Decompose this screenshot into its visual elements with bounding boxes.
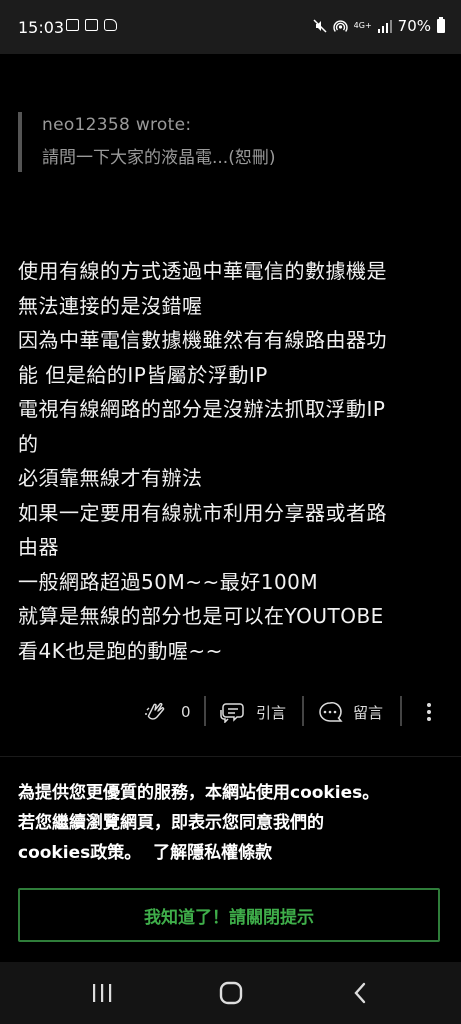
post-line: 必須靠無線才有辦法 — [18, 466, 203, 490]
image-icon — [85, 19, 98, 31]
comment-label: 留言 — [353, 703, 384, 722]
mute-icon — [313, 19, 327, 33]
cookie-line: 為提供您更優質的服務，本網站使用cookies。 — [18, 783, 380, 803]
app-icon — [104, 19, 117, 31]
cookie-policy-text: cookies政策。 — [18, 843, 142, 863]
post-body: 使用有線的方式透過中華電信的數據機是 無法連接的是沒錯喔 因為中華電信數據機雖然… — [18, 254, 443, 668]
back-button[interactable] — [348, 978, 372, 1008]
cookie-line: cookies政策。 了解隱私權條款 — [18, 838, 448, 868]
status-bar: 15:03 4G+ 70% — [0, 0, 461, 54]
recents-button[interactable] — [88, 978, 116, 1008]
cookie-line: 若您繼續瀏覽網頁，即表示您同意我們的 — [18, 813, 324, 833]
post-line: 使用有線的方式透過中華電信的數據機是 — [18, 259, 387, 283]
network-type: 4G+ — [353, 21, 372, 30]
privacy-link[interactable]: 了解隱私權條款 — [153, 843, 272, 863]
quote-icon — [220, 703, 244, 723]
android-nav-bar — [0, 962, 461, 1024]
clap-icon — [145, 702, 165, 720]
signal-icon — [377, 19, 392, 33]
quote-button[interactable]: 引言 — [219, 692, 286, 732]
quote-label: 引言 — [256, 703, 287, 722]
comment-icon — [319, 702, 343, 722]
more-vertical-icon — [427, 703, 431, 721]
like-button[interactable]: 0 — [144, 692, 191, 732]
post-line: 無法連接的是沒錯喔 — [18, 293, 203, 318]
quote-text: 請問一下大家的液晶電...(恕刪) — [42, 148, 276, 168]
action-divider — [204, 696, 206, 726]
home-icon — [219, 981, 243, 1005]
post-line: 因為中華電信數據機雖然有有線路由器功 — [18, 328, 387, 352]
hotspot-icon — [332, 20, 348, 32]
post-line: 看4K也是跑的動喔~~ — [18, 638, 223, 663]
cookie-dismiss-button[interactable]: 我知道了！請關閉提示 — [18, 888, 440, 942]
notification-icon — [66, 19, 79, 31]
post-line: 一般網路超過50M~~最好100M — [18, 569, 319, 594]
post-line: 的 — [18, 431, 39, 456]
battery-icon — [437, 17, 445, 33]
home-button[interactable] — [216, 978, 246, 1008]
post-line: 如果一定要用有線就市利用分享器或者路 — [18, 500, 387, 525]
post-actions: 0 引言 留言 — [0, 692, 461, 732]
action-divider — [302, 696, 304, 726]
status-time: 15:03 — [18, 18, 65, 37]
cookie-message: 為提供您更優質的服務，本網站使用cookies。 若您繼續瀏覽網頁，即表示您同意… — [18, 778, 448, 868]
battery-percent: 70% — [397, 17, 431, 35]
post-line: 由器 — [18, 535, 59, 559]
notification-icons — [66, 19, 117, 31]
quote-author: neo12358 wrote: — [42, 115, 192, 135]
system-icons: 4G+ 70% — [313, 17, 445, 35]
recents-icon — [93, 984, 112, 1002]
action-divider — [400, 696, 402, 726]
cookie-banner: 為提供您更優質的服務，本網站使用cookies。 若您繼續瀏覽網頁，即表示您同意… — [0, 758, 461, 960]
like-count: 0 — [181, 703, 191, 721]
post-line: 就算是無線的部分也是可以在YOUTOBE — [18, 604, 384, 628]
post-line: 能 但是給的IP皆屬於浮動IP — [18, 362, 268, 387]
post-line: 電視有線網路的部分是沒辦法抓取浮動IP — [18, 397, 386, 421]
comment-button[interactable]: 留言 — [317, 692, 383, 732]
more-button[interactable] — [419, 692, 439, 732]
quote-block: neo12358 wrote: 請問一下大家的液晶電...(恕刪) — [18, 112, 275, 172]
back-chevron-icon — [354, 982, 366, 1004]
divider — [0, 756, 461, 757]
